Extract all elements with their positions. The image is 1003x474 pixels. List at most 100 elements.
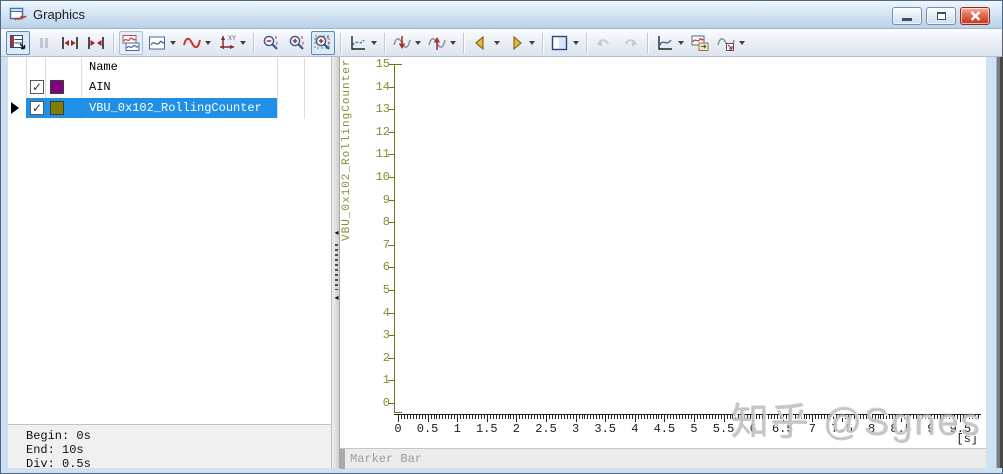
svg-text:y: y	[302, 40, 305, 46]
dropdown-caret-icon[interactable]	[529, 40, 535, 45]
x-minor-tick	[611, 415, 613, 419]
x-minor-tick	[673, 415, 675, 419]
x-minor-tick	[472, 415, 473, 419]
x-minor-tick	[519, 415, 521, 419]
compress-time-range-button[interactable]	[84, 31, 108, 55]
x-minor-tick	[448, 415, 450, 419]
end-info: End: 10s	[26, 443, 84, 457]
x-minor-tick	[415, 415, 417, 419]
expand-time-range-button[interactable]	[58, 31, 82, 55]
signal-style-dropdown[interactable]	[180, 31, 213, 55]
dropdown-caret-icon[interactable]	[240, 40, 246, 45]
x-minor-tick	[445, 415, 447, 419]
dropdown-caret-icon[interactable]	[371, 40, 377, 45]
y-tick-label: 11	[375, 147, 390, 162]
x-minor-tick	[747, 415, 749, 419]
begin-info: Begin: 0s	[26, 429, 91, 443]
x-minor-tick	[439, 415, 441, 419]
layout-dropdown[interactable]	[548, 31, 581, 55]
x-minor-tick	[412, 415, 414, 419]
x-minor-tick	[824, 415, 826, 419]
show-signal-list-toggle[interactable]	[6, 30, 30, 55]
x-minor-tick	[883, 415, 885, 419]
panel-splitter[interactable]: ◂ ◂	[331, 57, 340, 468]
x-minor-tick	[954, 415, 956, 419]
signal-up-dropdown[interactable]	[425, 31, 458, 55]
undo-button	[592, 31, 616, 55]
zoom-in-button[interactable]: x y	[285, 31, 309, 55]
copy-diagram-button[interactable]	[688, 31, 712, 55]
signal-row[interactable]: ✓ VBU_0x102_RollingCounter	[8, 98, 304, 119]
dropdown-caret-icon[interactable]	[573, 40, 579, 45]
scale-xy-dropdown[interactable]: XY	[215, 31, 248, 55]
toolbar-separator	[463, 32, 464, 53]
x-minor-tick	[741, 415, 743, 419]
div-info: Div: 0.5s	[26, 457, 91, 468]
window-title: Graphics	[33, 7, 86, 22]
graphics-window-icon[interactable]	[9, 7, 27, 23]
dropdown-caret-icon[interactable]	[205, 40, 211, 45]
x-minor-tick	[436, 415, 438, 419]
maximize-icon	[936, 12, 946, 20]
x-minor-tick	[637, 415, 639, 419]
x-minor-tick	[563, 415, 565, 419]
name-column-header[interactable]: Name	[81, 60, 277, 74]
x-major-tick	[960, 415, 962, 422]
dropdown-caret-icon[interactable]	[415, 40, 421, 45]
dropdown-caret-icon[interactable]	[494, 40, 500, 45]
stacked-view-button[interactable]	[119, 30, 143, 55]
x-minor-tick	[474, 415, 476, 419]
dropdown-caret-icon[interactable]	[450, 40, 456, 45]
signal-visible-checkbox[interactable]: ✓	[30, 80, 44, 94]
signal-down-dropdown[interactable]	[390, 31, 423, 55]
x-minor-tick	[537, 415, 539, 419]
dropdown-caret-icon[interactable]	[739, 40, 745, 45]
zoom-rect-toggle[interactable]: x y	[311, 30, 335, 55]
marker-bar[interactable]: Marker Bar	[340, 448, 986, 469]
diagram-options-dropdown[interactable]	[653, 31, 686, 55]
dropdown-caret-icon[interactable]	[678, 40, 684, 45]
dropdown-caret-icon[interactable]	[170, 40, 176, 45]
x-minor-tick	[483, 415, 485, 419]
export-signals-dropdown[interactable]	[714, 31, 747, 55]
x-minor-tick	[682, 415, 684, 419]
x-minor-tick	[853, 415, 855, 419]
prev-event-dropdown[interactable]	[469, 31, 502, 55]
y-axis-label: VBU_0x102_RollingCounter	[341, 58, 353, 241]
minimize-button[interactable]	[892, 7, 922, 25]
x-minor-tick	[696, 415, 698, 419]
x-minor-tick	[534, 415, 536, 419]
x-major-tick	[546, 415, 547, 422]
splitter-handle[interactable]	[335, 244, 338, 290]
close-button[interactable]	[960, 7, 990, 25]
signal-row[interactable]: ✓ AIN	[8, 77, 304, 98]
signal-color-swatch[interactable]	[50, 101, 64, 115]
x-minor-tick	[572, 415, 574, 419]
y-tick-label: 5	[382, 283, 390, 297]
plot-area[interactable]: VBU_0x102_RollingCounter 0 1 2 3 4 5 6 7 8 9 10 11 1…	[340, 57, 986, 469]
y-tick-label: 7	[382, 237, 390, 252]
x-minor-tick	[963, 415, 965, 419]
x-minor-tick	[569, 415, 571, 419]
x-minor-tick	[421, 415, 423, 419]
title-bar[interactable]: Graphics	[1, 1, 1002, 29]
x-minor-tick	[418, 415, 420, 419]
x-minor-tick	[874, 415, 876, 419]
x-major-tick	[516, 415, 518, 422]
signal-visible-checkbox[interactable]: ✓	[30, 101, 44, 115]
x-minor-tick	[406, 415, 408, 419]
x-minor-tick	[622, 415, 624, 419]
zoom-out-button[interactable]: x y	[259, 31, 283, 55]
x-minor-tick	[424, 415, 426, 419]
x-minor-tick	[898, 415, 900, 419]
x-minor-tick	[818, 415, 820, 419]
next-event-dropdown[interactable]	[504, 31, 537, 55]
x-minor-tick	[735, 415, 737, 419]
signal-color-swatch[interactable]	[50, 80, 64, 94]
x-major-tick	[398, 415, 399, 422]
maximize-button[interactable]	[926, 7, 956, 25]
x-major-tick	[694, 415, 695, 422]
view-mode-dropdown[interactable]	[145, 31, 178, 55]
x-minor-tick	[584, 415, 586, 419]
fit-diagram-dropdown[interactable]	[346, 31, 379, 55]
